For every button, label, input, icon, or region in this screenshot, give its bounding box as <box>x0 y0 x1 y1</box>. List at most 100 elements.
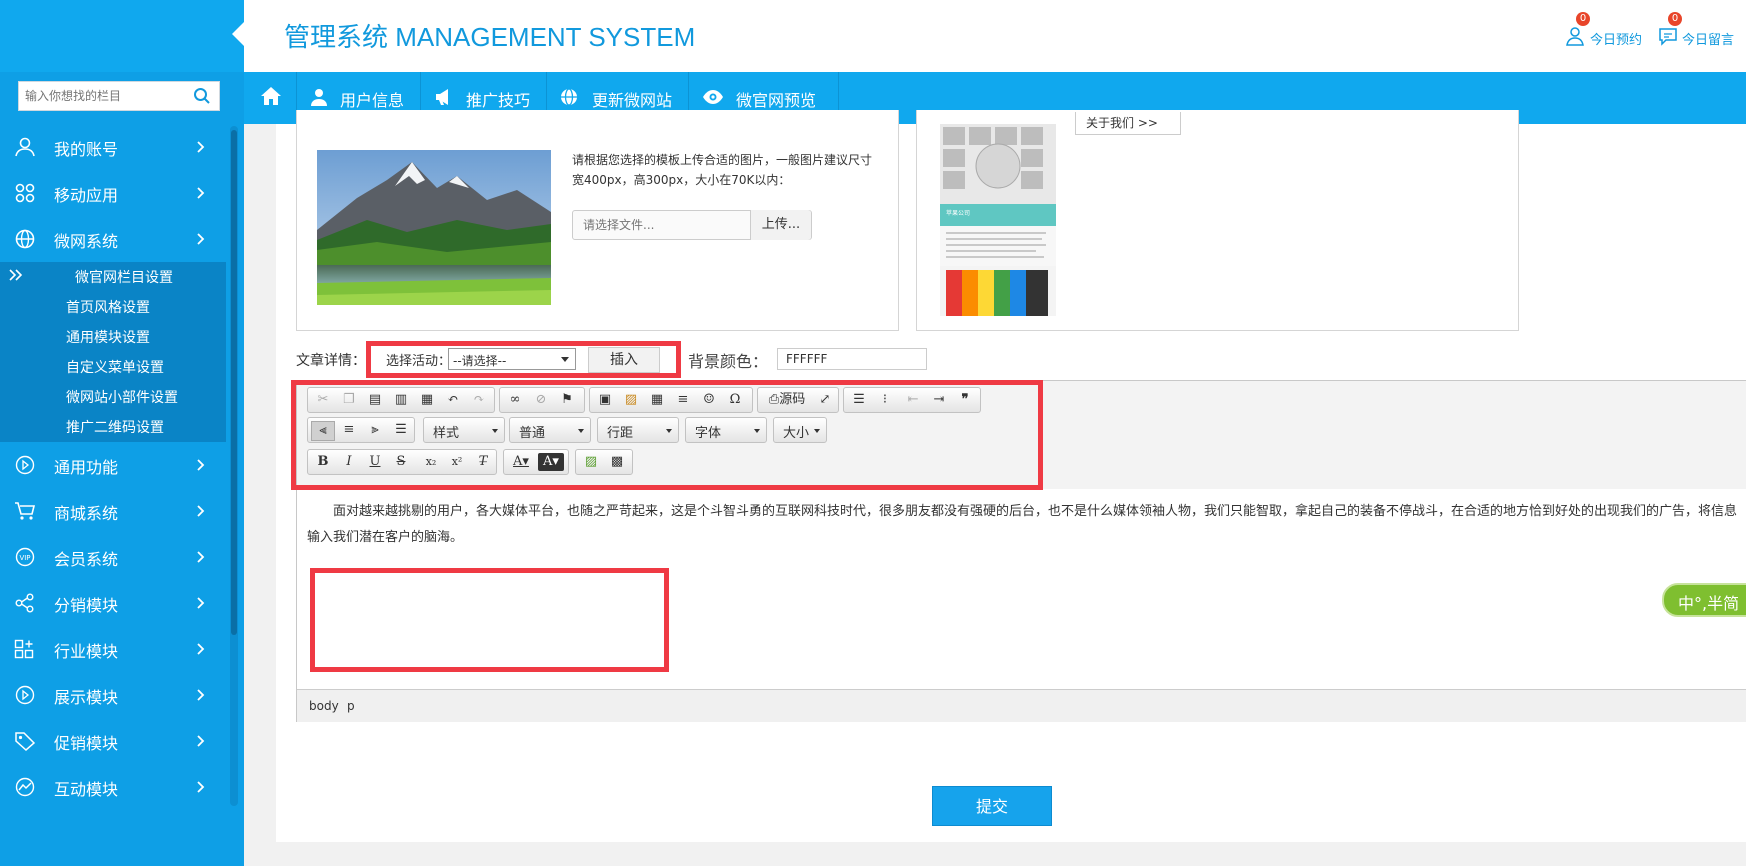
file-path-input[interactable] <box>573 211 753 239</box>
blockquote-icon[interactable]: ❞ <box>954 391 976 409</box>
qrcode-icon[interactable]: ▩ <box>606 453 628 471</box>
sidebar-item-industry[interactable]: 行业模块 <box>0 626 226 672</box>
sidebar-item-microsite[interactable]: 微网系统 <box>0 216 226 262</box>
line-height-combo[interactable]: 行距 <box>597 417 679 443</box>
submenu-item-common-modules[interactable]: 通用模块设置 <box>66 327 150 347</box>
flash-image-icon[interactable]: ▨ <box>620 391 642 409</box>
sidebar-item-shop[interactable]: 商城系统 <box>0 488 226 534</box>
sidebar-search-input[interactable] <box>19 82 189 110</box>
sidebar-item-label: 分销模块 <box>54 596 119 615</box>
numbered-list-icon[interactable]: ☰ <box>848 391 870 409</box>
paste-icon[interactable]: ▤ <box>364 391 386 409</box>
chevron-right-icon <box>196 596 206 610</box>
indent-icon[interactable]: ⇥ <box>928 391 950 409</box>
smiley-icon[interactable]: ☺ <box>698 391 720 409</box>
superscript-icon[interactable]: x² <box>446 453 468 471</box>
element-path-body[interactable]: body <box>309 699 339 713</box>
sidebar-search[interactable] <box>18 81 220 111</box>
template-image-icon[interactable]: ▨ <box>580 453 602 471</box>
background-color-icon[interactable]: A▾ <box>538 453 564 471</box>
maximize-icon[interactable]: ⤢ <box>814 391 836 409</box>
caret-down-icon <box>814 429 820 433</box>
copy-icon[interactable]: ❐ <box>338 391 360 409</box>
link-icon[interactable]: ∞ <box>504 391 526 409</box>
background-color-field[interactable] <box>777 348 934 370</box>
sidebar-collapse-indicator <box>232 22 244 46</box>
horizontal-rule-icon[interactable]: ≡ <box>672 391 694 409</box>
submenu-item-custom-menu[interactable]: 自定义菜单设置 <box>66 357 164 377</box>
search-icon[interactable] <box>193 87 211 105</box>
activity-select[interactable]: --请选择-- <box>448 348 576 370</box>
about-us-button[interactable]: 关于我们 >> <box>1075 112 1181 135</box>
element-path-p[interactable]: p <box>347 699 355 713</box>
text-style-group: B I U S x₂ x² T̶ <box>307 449 497 475</box>
align-right-icon[interactable]: ⫸ <box>364 421 386 439</box>
sidebar-item-label: 通用功能 <box>54 458 119 477</box>
upload-button[interactable]: 上传... <box>750 210 811 240</box>
align-center-icon[interactable]: ≡ <box>338 421 360 439</box>
editor-paragraph[interactable]: 面对越来越挑剔的用户，各大媒体平台，也随之严苛起来，这是个斗智斗勇的互联网科技时… <box>307 499 1746 551</box>
submenu-item-widgets[interactable]: 微网站小部件设置 <box>66 387 178 407</box>
table-icon[interactable]: ▦ <box>646 391 668 409</box>
paste-text-icon[interactable]: ▥ <box>390 391 412 409</box>
mountain-landscape-image <box>317 150 551 305</box>
remove-format-icon[interactable]: T̶ <box>472 453 494 471</box>
insert-button[interactable]: 插入 <box>588 347 660 373</box>
clipboard-group: ✂ ❐ ▤ ▥ ▦ ↶ ↷ <box>307 387 495 413</box>
sidebar-scrollbar-thumb[interactable] <box>231 130 237 635</box>
sidebar-item-general[interactable]: 通用功能 <box>0 442 226 488</box>
apps-icon <box>14 183 36 203</box>
anchor-flag-icon[interactable]: ⚑ <box>556 391 578 409</box>
text-color-icon[interactable]: A▾ <box>508 453 534 471</box>
align-justify-icon[interactable]: ☰ <box>390 421 412 439</box>
submit-button[interactable]: 提交 <box>932 786 1052 826</box>
background-color-input[interactable] <box>778 349 934 369</box>
eye-icon <box>702 88 724 106</box>
sidebar-item-members[interactable]: VIP 会员系统 <box>0 534 226 580</box>
special-char-icon[interactable]: Ω <box>724 391 746 409</box>
align-left-icon[interactable]: ⫷ <box>311 421 335 441</box>
today-messages-link[interactable]: 0 今日留言 <box>1658 12 1734 48</box>
image-icon[interactable]: ▣ <box>594 391 616 409</box>
size-combo[interactable]: 大小 <box>773 417 827 443</box>
sidebar-item-mobile-apps[interactable]: 移动应用 <box>0 170 226 216</box>
chevron-right-icon <box>196 232 206 246</box>
redo-icon[interactable]: ↷ <box>468 391 490 409</box>
list-group: ☰ ⁝ ⇤ ⇥ ❞ <box>843 387 981 413</box>
size-combo-label: 大小 <box>783 426 810 441</box>
bold-icon[interactable]: B <box>312 453 334 471</box>
sidebar-item-distribution[interactable]: 分销模块 <box>0 580 226 626</box>
style-combo[interactable]: 样式 <box>423 417 505 443</box>
paste-word-icon[interactable]: ▦ <box>416 391 438 409</box>
sidebar-item-promotion[interactable]: 促销模块 <box>0 718 226 764</box>
italic-icon[interactable]: I <box>338 453 360 471</box>
undo-icon[interactable]: ↶ <box>442 391 464 409</box>
submenu-item-column-settings[interactable]: 微官网栏目设置 <box>75 267 173 287</box>
subscript-icon[interactable]: x₂ <box>420 453 442 471</box>
outdent-icon[interactable]: ⇤ <box>902 391 924 409</box>
font-combo[interactable]: 字体 <box>685 417 767 443</box>
sidebar-item-account[interactable]: 我的账号 <box>0 124 226 170</box>
nav-home[interactable] <box>244 72 297 124</box>
editor-content-area[interactable]: 面对越来越挑剔的用户，各大媒体平台，也随之严苛起来，这是个斗智斗勇的互联网科技时… <box>297 489 1746 689</box>
play-circle-icon <box>14 455 36 475</box>
submenu-item-qrcode[interactable]: 推广二维码设置 <box>66 417 164 437</box>
underline-icon[interactable]: U <box>364 453 386 471</box>
bullet-list-icon[interactable]: ⁝ <box>874 391 896 409</box>
insert-group: ▣ ▨ ▦ ≡ ☺ Ω <box>589 387 753 413</box>
today-appointments-link[interactable]: 0 今日预约 <box>1566 12 1642 48</box>
submenu-item-home-style[interactable]: 首页风格设置 <box>66 297 150 317</box>
ime-status-indicator[interactable]: 中°,半简 <box>1662 583 1746 617</box>
file-picker[interactable]: 上传... <box>572 210 812 240</box>
sidebar-item-interaction[interactable]: 互动模块 <box>0 764 226 810</box>
unlink-icon[interactable]: ⊘ <box>530 391 552 409</box>
sidebar-item-label: 商城系统 <box>54 504 119 523</box>
strikethrough-icon[interactable]: S <box>390 453 412 471</box>
cut-icon[interactable]: ✂ <box>312 391 334 409</box>
play-circle-icon <box>14 685 36 705</box>
sidebar-item-display[interactable]: 展示模块 <box>0 672 226 718</box>
sidebar-logo-area <box>0 0 244 72</box>
user-icon <box>1566 26 1586 46</box>
source-code-button[interactable]: ⎙源码 <box>762 391 812 409</box>
format-combo[interactable]: 普通 <box>509 417 591 443</box>
